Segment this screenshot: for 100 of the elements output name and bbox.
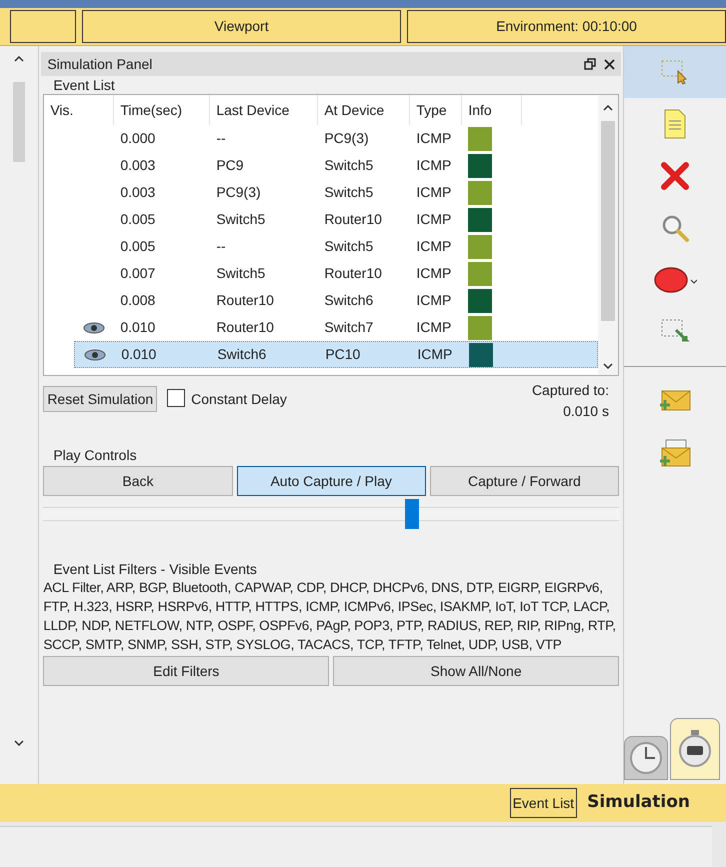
last-device-cell-text: Switch5 [215,210,266,229]
type-cell-text: ICMP [415,210,452,229]
captured-value: 0.010 s [563,402,609,421]
at-device-cell-text: Switch5 [323,156,374,175]
type-cell-text: ICMP [416,345,454,364]
column-header[interactable]: Vis. [44,95,114,125]
event-row[interactable]: 0.010 Switch6 PC10 ICMP [74,341,598,368]
scroll-down-icon[interactable] [14,740,24,746]
mode-tab[interactable] [624,736,668,780]
panel-title: Simulation Panel [47,54,154,74]
ellipse-icon [653,265,697,295]
info-color-swatch[interactable] [468,316,492,340]
at-device-cell-text: PC10 [324,345,362,364]
event-row[interactable]: 0.005 Switch5 Router10 ICMP [74,206,598,233]
event-row[interactable]: 0.005 -- Switch5 ICMP [74,233,598,260]
last-device-cell-text: PC9(3) [215,183,262,202]
captured-label: Captured to: [532,381,609,400]
column-header[interactable]: At Device [318,95,410,125]
at-device-cell-text: Switch5 [323,183,374,202]
magnifier-icon [660,213,690,243]
top-tab[interactable]: Viewport [82,10,401,43]
info-color-swatch[interactable] [468,262,492,286]
constant-delay-checkbox[interactable] [167,389,186,407]
time-cell-text: 0.003 [119,156,156,175]
reset-simulation-button[interactable]: Reset Simulation [43,386,158,412]
restore-icon[interactable] [584,58,596,70]
type-cell-text: ICMP [415,291,452,310]
play-control-button[interactable]: Capture / Forward [430,466,620,496]
event-list-button[interactable]: Event List [510,788,578,818]
at-device-cell-text: Switch5 [323,237,374,256]
at-device-cell-text: Router10 [323,210,383,229]
scroll-thumb[interactable] [13,82,26,162]
mode-tab[interactable] [670,718,720,780]
last-device-cell-text: Router10 [215,291,275,310]
at-device-cell-text: Switch7 [323,318,374,337]
time-cell-text: 0.010 [119,318,156,337]
slider-thumb[interactable] [404,499,419,529]
play-controls-title: Play Controls [52,446,138,464]
last-device-cell-text: Switch6 [216,345,268,364]
time-cell-text: 0.000 [119,129,156,148]
filter-button[interactable]: Show All/None [333,656,619,686]
type-cell-text: ICMP [415,318,452,337]
filter-button[interactable]: Edit Filters [43,656,330,686]
event-list-title: Event List [52,76,116,94]
type-cell-text: ICMP [415,237,452,256]
event-row[interactable]: 0.003 PC9(3) Switch5 ICMP [74,179,598,206]
scroll-up-icon[interactable] [603,105,613,111]
info-color-swatch[interactable] [468,154,492,178]
last-device-cell-text: -- [215,237,227,256]
eye-icon [84,348,106,360]
type-cell-text: ICMP [415,129,452,148]
info-color-swatch[interactable] [469,342,494,366]
top-tab[interactable]: Environment: 00:10:00 [407,10,726,43]
event-row[interactable]: 0.010 Router10 Switch7 ICMP [74,314,598,341]
time-cell-text: 0.005 [119,210,156,229]
scroll-thumb[interactable] [601,121,615,321]
filter-list: ACL Filter, ARP, BGP, Bluetooth, CAPWAP, CDP, DHCP, DHCPv6, DNS, DTP, EIGRP, EIGRPv6, FTP, H.323, HSRP, HSRPv6, HTTP, HTTPS, ICMP, ICMPv6, IPSec, ISAKMP, IoT, IoT TCP, LACP, LLDP, NDP, NETFLOW, NTP, OSPF, OSPFv6, PAgP, POP3, PTP, RADIUS, REP, RIP, RIPng, RTP, SCCP, SMTP, SNMP, SSH, STP, SYSLOG, TACACS, TCP, TFTP, Telnet, UDP, USB, VTP [41,578,621,654]
info-color-swatch[interactable] [468,234,492,258]
delete-icon [660,161,690,191]
info-color-swatch[interactable] [468,180,492,204]
play-control-button[interactable]: Back [43,466,233,496]
open-envelope-add-icon [658,438,692,468]
at-device-cell-text: Router10 [323,264,383,283]
filters-title: Event List Filters - Visible Events [52,560,258,578]
info-color-swatch[interactable] [468,288,492,312]
event-row[interactable]: 0.003 PC9 Switch5 ICMP [74,152,598,179]
last-device-cell-text: -- [215,129,227,148]
time-cell-text: 0.008 [119,291,156,310]
column-header[interactable]: Last Device [210,95,318,125]
event-row[interactable]: 0.000 -- PC9(3) ICMP [74,125,598,152]
column-header[interactable]: Time(sec) [114,95,210,125]
time-cell-text: 0.010 [120,345,158,364]
column-header[interactable]: Info [462,95,522,125]
slider-track[interactable] [43,498,619,530]
at-device-cell-text: PC9(3) [323,129,370,148]
last-device-cell-text: Router10 [215,318,275,337]
mode-label: Simulation [587,791,690,814]
event-row[interactable]: 0.007 Switch5 Router10 ICMP [74,260,598,287]
time-cell-text: 0.003 [119,183,156,202]
last-device-cell-text: Switch5 [215,264,266,283]
time-cell-text: 0.007 [119,264,156,283]
time-cell-text: 0.005 [119,237,156,256]
marquee-select-icon [660,59,690,85]
play-control-button[interactable]: Auto Capture / Play [236,466,426,496]
at-device-cell-text: Switch6 [323,291,374,310]
clock-icon [629,741,663,775]
constant-delay-label: Constant Delay [191,390,287,409]
table-scrollbar[interactable] [598,95,618,375]
type-cell-text: ICMP [415,183,452,202]
info-color-swatch[interactable] [468,208,492,232]
type-cell-text: ICMP [415,264,452,283]
note-icon [663,109,687,139]
info-color-swatch[interactable] [468,126,492,150]
event-row[interactable]: 0.008 Router10 Switch6 ICMP [74,287,598,314]
column-header[interactable]: Type [410,95,462,125]
type-cell-text: ICMP [415,156,452,175]
eye-icon [83,322,106,334]
scroll-down-icon[interactable] [603,363,613,369]
close-icon[interactable] [604,58,615,70]
scroll-up-icon[interactable] [14,56,24,62]
